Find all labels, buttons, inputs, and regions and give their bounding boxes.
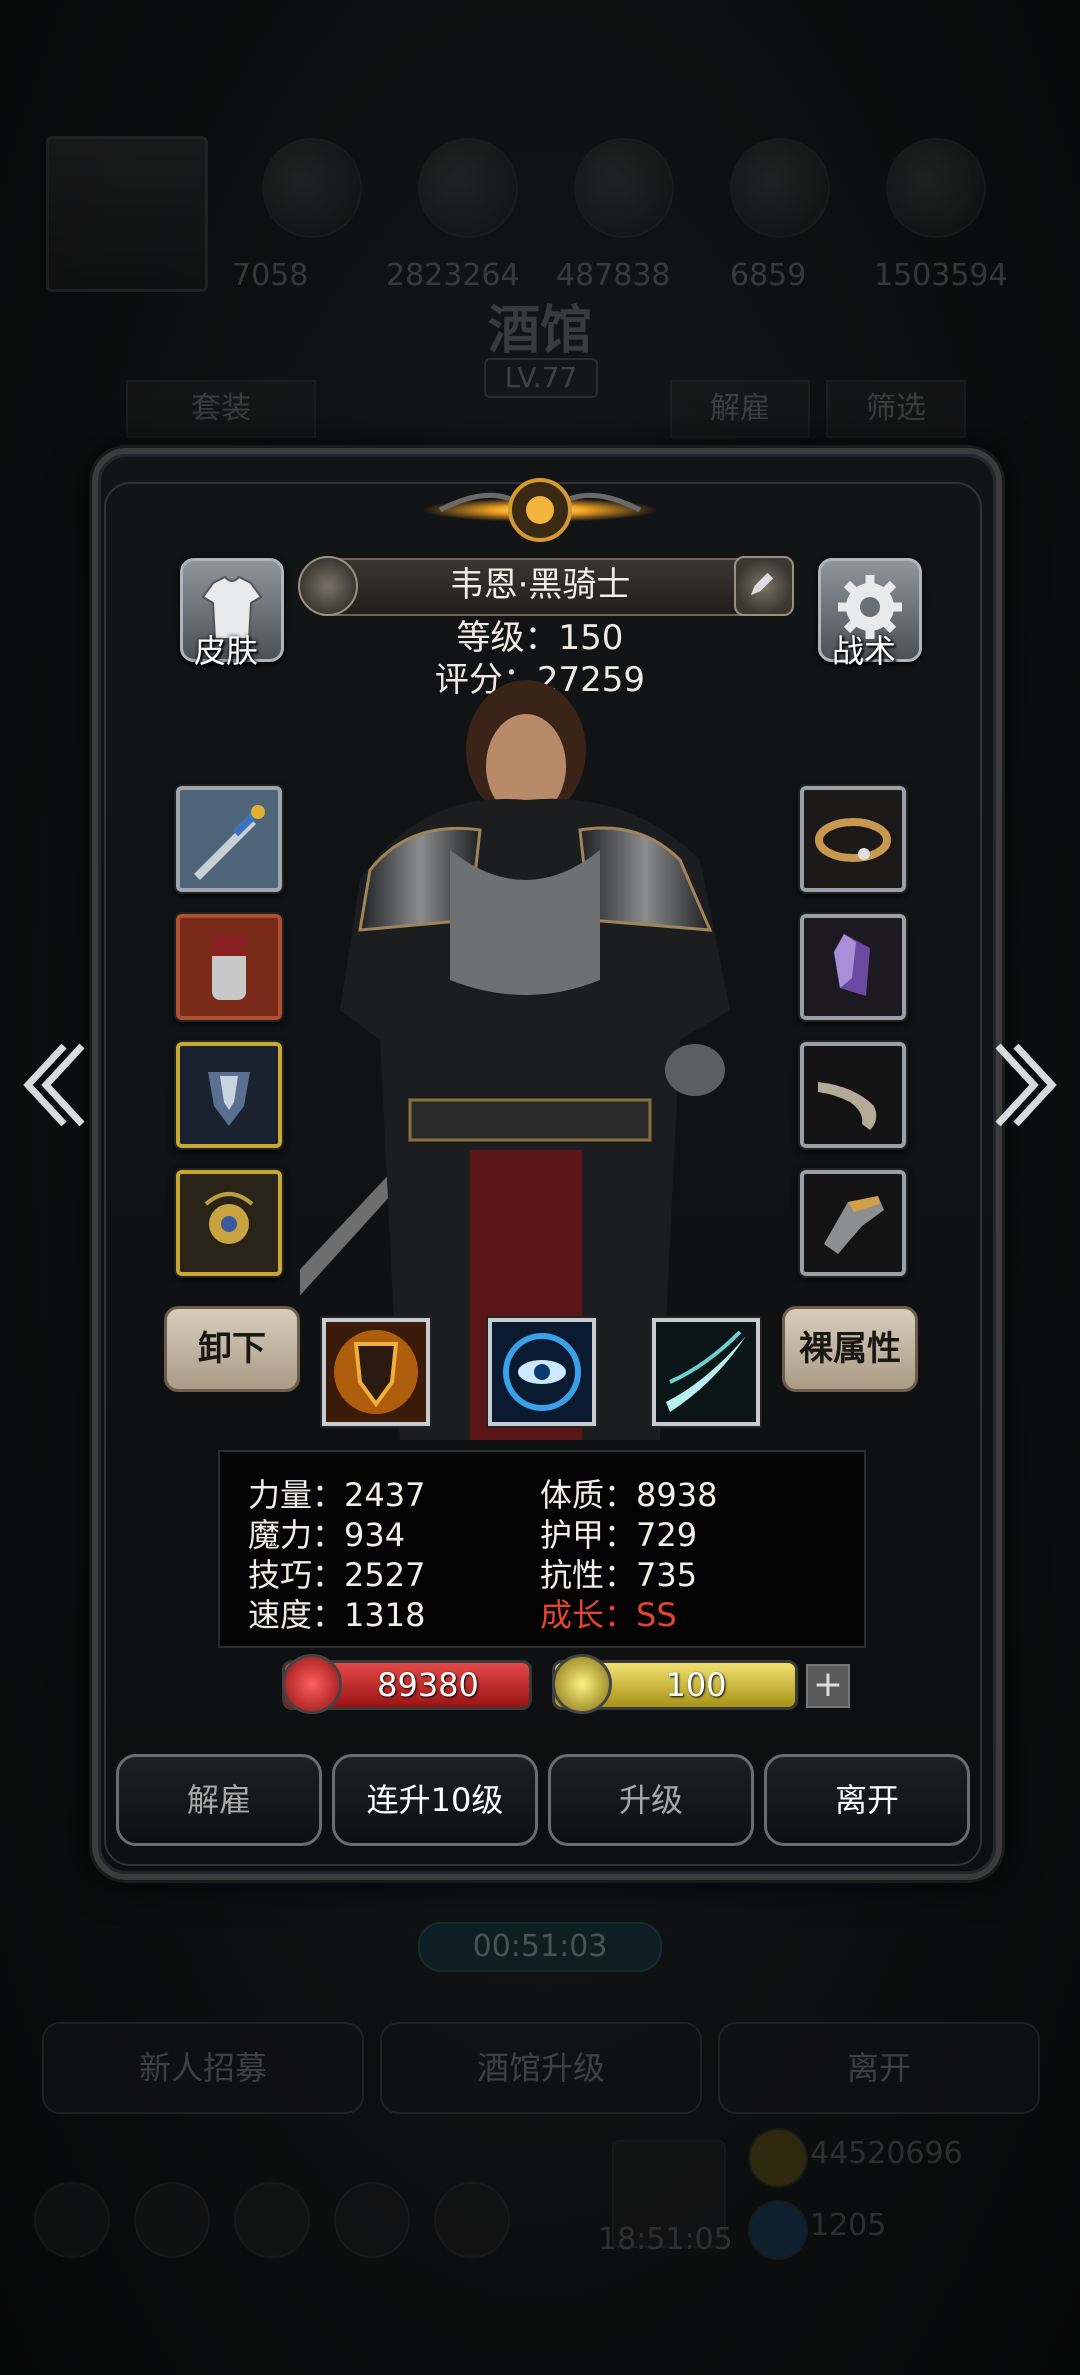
tavern-title: 酒馆	[487, 301, 592, 361]
stat-speed: 速度：1318	[248, 1596, 426, 1634]
menu-icon[interactable]	[334, 2182, 410, 2258]
menu-icon[interactable]	[234, 2182, 310, 2258]
slash-skill-icon[interactable]	[652, 1318, 760, 1426]
add-energy-button[interactable]: +	[806, 1664, 850, 1708]
gold-count: 44520696	[810, 2136, 963, 2171]
tab-sets[interactable]: 套装	[126, 380, 316, 438]
base-attributes-button[interactable]: 裸属性	[782, 1306, 918, 1392]
player-avatar[interactable]	[46, 136, 208, 292]
upgrade-button[interactable]: 升级	[548, 1754, 754, 1846]
clock: 18:51:05	[598, 2222, 733, 2257]
iron-resource-icon	[574, 138, 674, 238]
next-hero-arrow-icon[interactable]	[992, 1040, 1062, 1130]
gem-count: 1205	[810, 2208, 887, 2243]
tactics-label: 战术	[832, 632, 897, 670]
gold-resource-icon	[262, 138, 362, 238]
skin-label: 皮肤	[194, 632, 259, 670]
menu-icon[interactable]	[434, 2182, 510, 2258]
menu-icon[interactable]	[34, 2182, 110, 2258]
tavern-level: LV.77	[484, 358, 598, 398]
tab-dismiss[interactable]: 解雇	[670, 380, 810, 438]
tab-filter[interactable]: 筛选	[826, 380, 966, 438]
recruit-button[interactable]: 新人招募	[42, 2022, 364, 2114]
menu-icon[interactable]	[134, 2182, 210, 2258]
stat-growth: 成长：SS	[540, 1596, 677, 1634]
crest-emblem-icon	[422, 478, 658, 542]
leave-dialog-button[interactable]: 离开	[764, 1754, 970, 1846]
ring-icon[interactable]	[800, 786, 906, 892]
horn-icon[interactable]	[800, 1042, 906, 1148]
level-up-10-button[interactable]: 连升10级	[332, 1754, 538, 1846]
stone-resource-icon	[886, 138, 986, 238]
leave-tavern-button[interactable]: 离开	[718, 2022, 1040, 2114]
dismiss-hero-button[interactable]: 解雇	[116, 1754, 322, 1846]
gem-currency-icon	[748, 2200, 808, 2260]
hero-name: 韦恩·黑骑士	[449, 565, 631, 605]
energy-value: 100	[665, 1666, 727, 1704]
sword-icon[interactable]	[176, 786, 282, 892]
eye-skill-icon[interactable]	[488, 1318, 596, 1426]
coin-icon	[748, 2128, 808, 2188]
crystal-resource-icon	[730, 138, 830, 238]
unequip-button[interactable]: 卸下	[164, 1306, 300, 1392]
chest-armor-icon[interactable]	[176, 914, 282, 1020]
upgrade-tavern-button[interactable]: 酒馆升级	[380, 2022, 702, 2114]
recruit-timer: 00:51:03	[418, 1922, 662, 1972]
pauldron-icon[interactable]	[176, 1042, 282, 1148]
amulet-icon[interactable]	[176, 1170, 282, 1276]
shield-skill-icon[interactable]	[322, 1318, 430, 1426]
wood-resource-icon	[418, 138, 518, 238]
hp-value: 89380	[377, 1666, 479, 1704]
gem-icon[interactable]	[800, 914, 906, 1020]
prev-hero-arrow-icon[interactable]	[18, 1040, 88, 1130]
edit-name-icon[interactable]	[734, 556, 794, 616]
gauntlet-icon[interactable]	[800, 1170, 906, 1276]
